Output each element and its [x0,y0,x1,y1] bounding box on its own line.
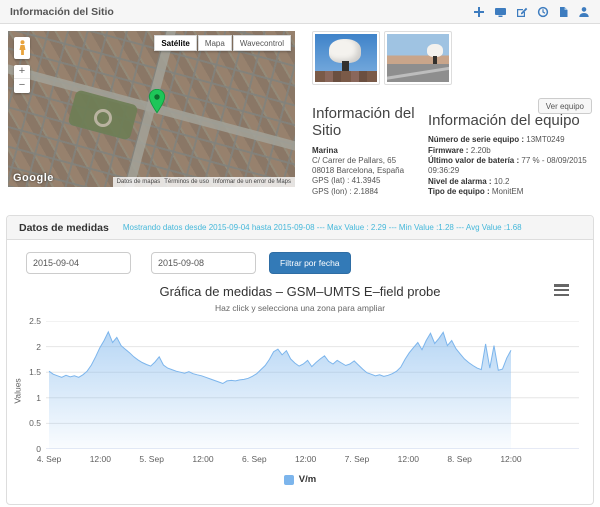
x-tick-label: 12:00 [74,454,126,464]
monitem-dome [329,39,361,63]
x-tick-label: 8. Sep [434,454,486,464]
site-map[interactable]: Satélite Mapa Wavecontrol + − Google Dat… [8,31,295,187]
rooftop-pipe [387,65,449,80]
monitor-icon[interactable] [494,6,507,18]
site-gps-lon: GPS (lon) : 2.1884 [312,187,424,197]
street-view-pegman-icon[interactable] [14,37,30,59]
field-label: Nivel de alarma : [428,177,492,186]
zoom-out-button[interactable]: − [14,79,30,93]
equipment-photo-thumbnail[interactable] [312,31,380,85]
x-tick-label: 6. Sep [228,454,280,464]
equipment-field-row: Número de serie equipo : 13MT0249 [428,135,594,145]
date-to-input[interactable] [151,252,256,274]
site-address-line1: C/ Carrer de Pallars, 65 [312,156,424,166]
equipment-info-heading: Información del equipo [428,112,594,129]
x-tick-label: 12:00 [177,454,229,464]
field-label: Firmware : [428,146,468,155]
site-gps-lat: GPS (lat) : 41.3945 [312,176,424,186]
chart-legend[interactable]: V/m [7,474,593,485]
date-from-input[interactable] [26,252,131,274]
measurement-chart: Gráfica de medidas – GSM–UMTS E–field pr… [7,276,593,504]
equipment-field-row: Tipo de equipo : MonitEM [428,187,594,197]
y-tick-label: 0 [9,444,41,454]
y-tick-label: 1.5 [9,367,41,377]
measurements-panel-title: Datos de medidas [19,222,109,234]
measurements-panel: Datos de medidas Mostrando datos desde 2… [6,215,594,505]
map-wavecontrol-button[interactable]: Wavecontrol [233,35,291,51]
map-roundabout [94,109,112,127]
legend-label: V/m [299,474,316,485]
x-tick-label: 4. Sep [23,454,75,464]
equipment-field-row: Nivel de alarma : 10.2 [428,177,594,187]
equipment-info-section: Información del equipo Número de serie e… [428,105,594,198]
user-icon[interactable] [578,6,590,18]
equipment-field-row: Último valor de batería : 77 % - 08/09/2… [428,156,594,177]
site-info-section: Información del Sitio Marina C/ Carrer d… [312,105,424,197]
edit-icon[interactable] [516,6,528,18]
field-value: 2.20b [471,146,491,155]
chart-subtitle: Haz click y selecciona una zona para amp… [7,303,593,313]
map-marker-icon[interactable] [148,89,166,119]
monitem-pole [433,56,437,64]
y-tick-label: 1 [9,393,41,403]
x-tick-label: 12:00 [280,454,332,464]
map-data-link[interactable]: Datos de mapas [117,179,161,185]
equipment-photo-2 [387,34,449,82]
equipment-photo-1 [315,34,377,82]
buildings [315,71,377,82]
site-info-heading: Información del Sitio [312,105,424,140]
chart-export-menu-icon[interactable] [554,284,569,296]
plus-icon[interactable] [473,6,485,18]
measurements-summary: Mostrando datos desde 2015-09-04 hasta 2… [123,223,522,232]
google-logo: Google [13,172,54,184]
equipment-photo-thumbnail[interactable] [384,31,452,85]
x-tick-label: 12:00 [485,454,537,464]
terms-link[interactable]: Términos de uso [164,179,209,185]
site-name: Marina [312,146,424,155]
filter-by-date-button[interactable]: Filtrar por fecha [269,252,351,274]
report-icon[interactable] [558,6,569,18]
field-value: 13MT0249 [526,135,564,144]
y-tick-label: 2 [9,342,41,352]
map-satellite-button[interactable]: Satélite [154,35,196,51]
zoom-in-button[interactable]: + [14,65,30,79]
top-bar: Información del Sitio [0,0,600,24]
x-tick-label: 5. Sep [126,454,178,464]
map-map-button[interactable]: Mapa [198,35,232,51]
field-value: MonitEM [492,187,524,196]
report-error-link[interactable]: Informar de un error de Maps [213,179,291,185]
y-tick-label: 0.5 [9,418,41,428]
field-value: 10.2 [494,177,510,186]
map-attribution: Datos de mapas Términos de uso Informar … [113,177,295,187]
y-tick-label: 2.5 [9,316,41,326]
chart-title: Gráfica de medidas – GSM–UMTS E–field pr… [7,284,593,299]
x-tick-label: 7. Sep [331,454,383,464]
top-bar-actions [473,6,590,18]
legend-swatch [284,475,294,485]
field-label: Tipo de equipo : [428,187,490,196]
map-zoom-control: + − [14,65,30,93]
x-tick-label: 12:00 [382,454,434,464]
map-type-controls: Satélite Mapa Wavecontrol [154,35,291,51]
field-label: Número de serie equipo : [428,135,524,144]
equipment-field-row: Firmware : 2.20b [428,146,594,156]
measurements-panel-header: Datos de medidas Mostrando datos desde 2… [7,216,593,240]
clock-icon[interactable] [537,6,549,18]
field-label: Último valor de batería : [428,156,519,165]
page-title: Información del Sitio [10,6,114,18]
measurement-plot[interactable] [46,321,579,449]
site-address-line2: 08018 Barcelona, España [312,166,424,176]
